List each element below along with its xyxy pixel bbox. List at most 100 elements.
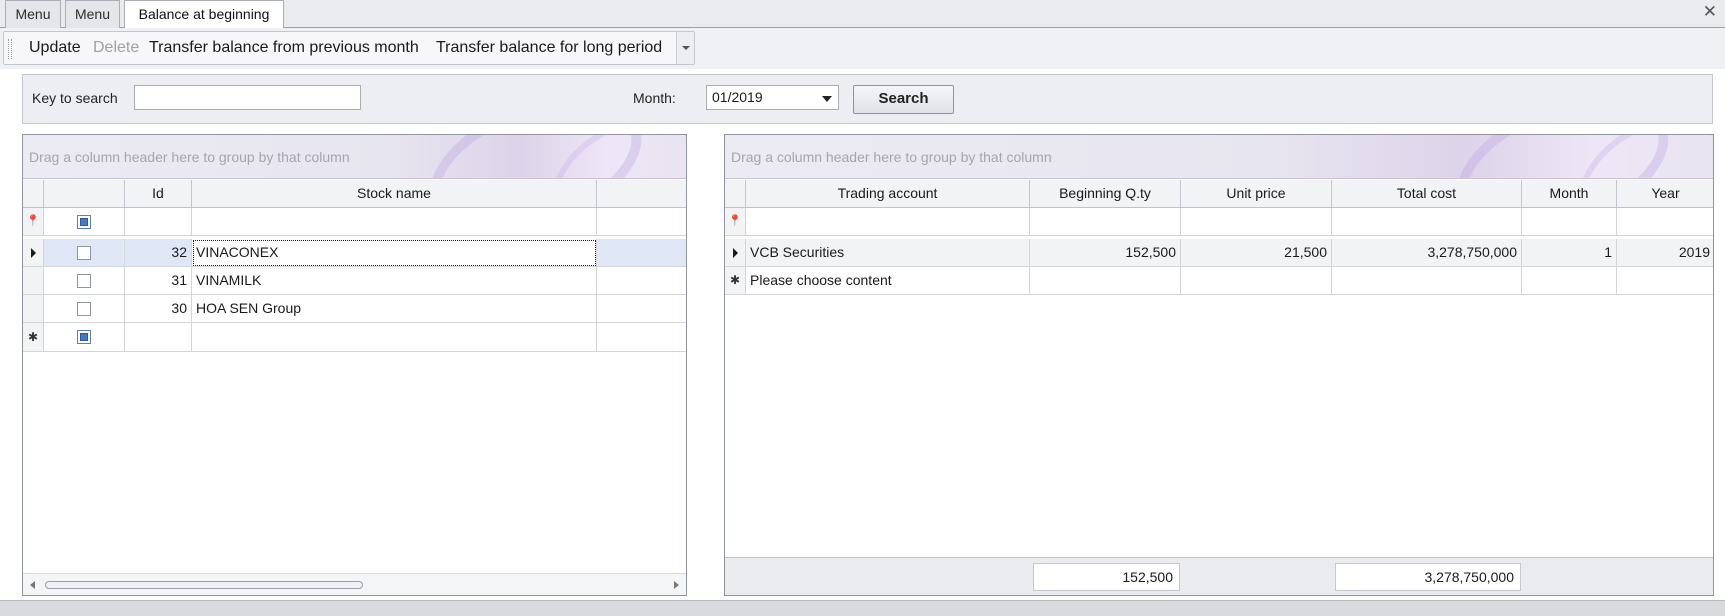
header-trading-account[interactable]: Trading account — [746, 180, 1030, 208]
header-beginning-qty[interactable]: Beginning Q.ty — [1030, 180, 1181, 208]
row-beginning-qty[interactable]: 152,500 — [1030, 239, 1181, 267]
row-checkbox-cell[interactable] — [44, 239, 125, 267]
stock-grid: Drag a column header here to group by th… — [22, 134, 687, 596]
group-by-panel[interactable]: Drag a column header here to group by th… — [725, 135, 1713, 179]
current-row-icon — [733, 247, 738, 258]
new-row-icon: ✱ — [27, 330, 39, 344]
filter-row-indicator: 📍 — [725, 208, 746, 236]
new-row-icon: ✱ — [729, 273, 741, 287]
filter-checkbox[interactable] — [77, 214, 91, 229]
row-checkbox-cell[interactable] — [44, 267, 125, 295]
row-extra[interactable] — [597, 295, 686, 323]
horizontal-scrollbar[interactable] — [23, 573, 686, 595]
new-row-checkbox-cell[interactable] — [44, 323, 125, 352]
table-row[interactable]: 32 VINACONEX — [23, 239, 686, 267]
filter-price-cell[interactable] — [1181, 208, 1332, 236]
new-row-extra[interactable] — [597, 323, 686, 352]
month-select-value: 01/2019 — [712, 89, 763, 105]
toolbar-grip-icon[interactable] — [8, 39, 12, 59]
filter-year-cell[interactable] — [1617, 208, 1713, 236]
transfer-long-period-button[interactable]: Transfer balance for long period — [436, 32, 662, 64]
filter-row[interactable]: 📍 — [725, 208, 1713, 236]
toolbar-band: Update Delete Transfer balance from prev… — [0, 28, 1725, 69]
row-stock-name[interactable]: VINAMILK — [192, 267, 597, 295]
filter-account-cell[interactable] — [746, 208, 1030, 236]
row-indicator: ✱ — [23, 323, 44, 352]
filter-extra-cell[interactable] — [597, 208, 686, 236]
row-indicator — [725, 239, 746, 267]
new-row-month[interactable] — [1522, 267, 1617, 295]
new-row-qty[interactable] — [1030, 267, 1181, 295]
filter-checkbox-cell[interactable] — [44, 208, 125, 236]
tab-balance-at-beginning[interactable]: Balance at beginning — [124, 0, 284, 29]
table-row[interactable]: VCB Securities 152,500 21,500 3,278,750,… — [725, 239, 1713, 267]
filter-id-cell[interactable] — [125, 208, 192, 236]
row-extra[interactable] — [597, 239, 686, 267]
row-unit-price[interactable]: 21,500 — [1181, 239, 1332, 267]
scroll-right-icon[interactable] — [674, 581, 679, 589]
toolbar-overflow-dropdown[interactable] — [676, 32, 694, 64]
row-id[interactable]: 31 — [125, 267, 192, 295]
new-row-checkbox[interactable] — [77, 330, 91, 344]
delete-button[interactable]: Delete — [93, 32, 139, 64]
row-id[interactable]: 30 — [125, 295, 192, 323]
header-checkbox — [44, 180, 125, 208]
row-year[interactable]: 2019 — [1617, 239, 1713, 267]
row-checkbox-cell[interactable] — [44, 295, 125, 323]
new-row-trading-account[interactable]: Please choose content — [746, 267, 1030, 295]
row-total-cost[interactable]: 3,278,750,000 — [1332, 239, 1522, 267]
header-indicator — [725, 180, 746, 208]
group-by-hint: Drag a column header here to group by th… — [731, 149, 1052, 165]
close-icon[interactable]: ✕ — [1703, 2, 1717, 22]
search-button[interactable]: Search — [853, 85, 954, 114]
header-month[interactable]: Month — [1522, 180, 1617, 208]
row-checkbox[interactable] — [77, 273, 91, 288]
current-row-icon — [31, 247, 36, 258]
new-row-stock-name[interactable] — [192, 323, 597, 352]
row-checkbox[interactable] — [77, 301, 91, 316]
filter-total-cell[interactable] — [1332, 208, 1522, 236]
pin-icon: 📍 — [728, 215, 742, 227]
row-id[interactable]: 32 — [125, 239, 192, 267]
new-item-row[interactable]: ✱ Please choose content — [725, 267, 1713, 295]
header-id[interactable]: Id — [125, 180, 192, 208]
new-item-row[interactable]: ✱ — [23, 323, 686, 352]
table-row[interactable]: 31 VINAMILK — [23, 267, 686, 295]
header-stock-name[interactable]: Stock name — [192, 180, 597, 208]
row-month[interactable]: 1 — [1522, 239, 1617, 267]
header-indicator — [23, 180, 44, 208]
row-trading-account[interactable]: VCB Securities — [746, 239, 1030, 267]
row-checkbox[interactable] — [77, 245, 91, 260]
header-total-cost[interactable]: Total cost — [1332, 180, 1522, 208]
month-select[interactable]: 01/2019 — [706, 85, 839, 110]
row-stock-name[interactable]: VINACONEX — [192, 239, 597, 267]
transfer-prev-month-button[interactable]: Transfer balance from previous month — [149, 32, 419, 64]
month-label: Month: — [633, 90, 676, 106]
filter-name-cell[interactable] — [192, 208, 597, 236]
tab-menu-1[interactable]: Menu — [5, 0, 61, 28]
new-row-year[interactable] — [1617, 267, 1713, 295]
header-extra — [597, 180, 686, 208]
filter-qty-cell[interactable] — [1030, 208, 1181, 236]
scroll-left-icon[interactable] — [30, 581, 35, 589]
row-indicator: ✱ — [725, 267, 746, 295]
scrollbar-thumb[interactable] — [45, 581, 363, 589]
chevron-down-icon[interactable] — [822, 96, 832, 102]
row-stock-name[interactable]: HOA SEN Group — [192, 295, 597, 323]
tab-menu-2[interactable]: Menu — [65, 0, 120, 28]
search-input[interactable] — [134, 85, 361, 110]
filter-month-cell[interactable] — [1522, 208, 1617, 236]
new-row-total[interactable] — [1332, 267, 1522, 295]
update-button[interactable]: Update — [29, 32, 81, 64]
header-year[interactable]: Year — [1617, 180, 1713, 208]
sum-beginning-qty: 152,500 — [1033, 563, 1180, 591]
table-row[interactable]: 30 HOA SEN Group — [23, 295, 686, 323]
filter-row[interactable]: 📍 — [23, 208, 686, 236]
new-row-id[interactable] — [125, 323, 192, 352]
row-extra[interactable] — [597, 267, 686, 295]
group-by-panel[interactable]: Drag a column header here to group by th… — [23, 135, 686, 179]
row-indicator — [23, 267, 44, 295]
chevron-down-icon — [682, 46, 690, 50]
new-row-price[interactable] — [1181, 267, 1332, 295]
header-unit-price[interactable]: Unit price — [1181, 180, 1332, 208]
